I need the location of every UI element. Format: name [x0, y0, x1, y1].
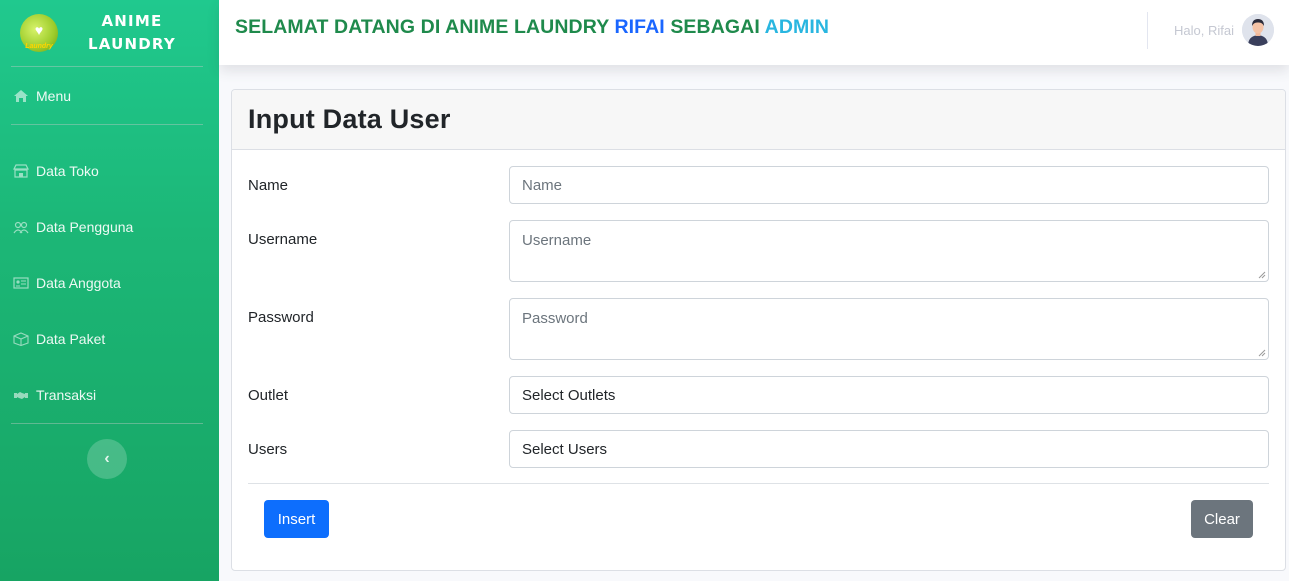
user-dropdown[interactable]: Halo, Rifai: [1174, 14, 1274, 46]
topbar-divider: [1147, 12, 1148, 49]
sidebar-item-label: Data Anggota: [36, 275, 121, 291]
logo-text: Laundry: [25, 43, 53, 50]
id-card-icon: [12, 276, 30, 290]
welcome-role: ADMIN: [764, 16, 830, 38]
sidebar: ♥ Laundry ANIME LAUNDRY Menu Data Toko D…: [0, 0, 219, 581]
sidebar-item-data-paket[interactable]: Data Paket: [0, 311, 219, 367]
password-label: Password: [248, 309, 314, 326]
password-placeholder: Password: [522, 310, 588, 327]
users-label: Users: [248, 441, 288, 458]
brand[interactable]: ♥ Laundry ANIME LAUNDRY: [0, 0, 219, 66]
sidebar-toggle-button[interactable]: ‹: [87, 439, 127, 479]
sidebar-item-label: Menu: [36, 87, 72, 104]
insert-button[interactable]: Insert: [264, 500, 329, 538]
username-input[interactable]: Username: [509, 220, 1269, 282]
sidebar-item-transaksi[interactable]: Transaksi: [0, 367, 219, 423]
welcome-text: SEBAGAI: [664, 16, 765, 38]
input-user-card: Input Data User Name Name Username Usern…: [231, 89, 1286, 571]
form-row-password: Password Password: [248, 298, 1269, 360]
box-icon: [12, 332, 30, 346]
sidebar-item-label: Data Toko: [36, 163, 99, 179]
welcome-message: SELAMAT DATANG DI ANIME LAUNDRY RIFAI SE…: [235, 16, 829, 39]
name-placeholder: Name: [522, 176, 563, 194]
password-input[interactable]: Password: [509, 298, 1269, 360]
sidebar-item-label: Transaksi: [36, 387, 97, 403]
outlet-selected-value: Select Outlets: [522, 386, 616, 404]
username-placeholder: Username: [522, 232, 592, 249]
outlet-label: Outlet: [248, 387, 289, 404]
users-select[interactable]: Select Users: [509, 430, 1269, 468]
resize-grip-icon[interactable]: [1258, 349, 1266, 357]
welcome-username: RIFAI: [614, 16, 665, 38]
form-divider: [248, 483, 1269, 484]
topbar: SELAMAT DATANG DI ANIME LAUNDRY RIFAI SE…: [219, 0, 1289, 65]
name-label: Name: [248, 177, 289, 194]
name-input[interactable]: Name: [509, 166, 1269, 204]
laundry-logo-icon: ♥ Laundry: [20, 14, 58, 52]
page-title: Input Data User: [248, 104, 451, 134]
username-label: Username: [248, 231, 318, 248]
avatar[interactable]: [1242, 14, 1274, 46]
brand-line-2: LAUNDRY: [88, 35, 176, 53]
user-greeting: Halo, Rifai: [1174, 22, 1234, 38]
sidebar-divider: [11, 423, 203, 424]
form-row-users: Users Select Users: [248, 430, 1269, 468]
users-selected-value: Select Users: [522, 440, 608, 458]
brand-name: ANIME LAUNDRY: [88, 10, 176, 56]
outlet-select[interactable]: Select Outlets: [509, 376, 1269, 414]
resize-grip-icon[interactable]: [1258, 271, 1266, 279]
form-row-name: Name Name: [248, 166, 1269, 204]
form-row-username: Username Username: [248, 220, 1269, 282]
sidebar-item-label: Data Pengguna: [36, 219, 134, 235]
brand-line-1: ANIME: [101, 12, 163, 30]
home-icon: [12, 89, 30, 103]
clear-button[interactable]: Clear: [1191, 500, 1253, 538]
card-header: Input Data User: [232, 90, 1285, 150]
form-row-outlet: Outlet Select Outlets: [248, 376, 1269, 414]
sidebar-item-data-toko[interactable]: Data Toko: [0, 143, 219, 199]
sidebar-item-data-pengguna[interactable]: Data Pengguna: [0, 199, 219, 255]
sidebar-item-menu[interactable]: Menu: [0, 67, 219, 124]
sidebar-item-label: Data Paket: [36, 331, 106, 347]
store-icon: [12, 164, 30, 178]
sidebar-item-data-anggota[interactable]: Data Anggota: [0, 255, 219, 311]
handshake-icon: [12, 388, 30, 402]
welcome-text: SELAMAT DATANG DI ANIME LAUNDRY: [235, 16, 615, 38]
chevron-left-icon: ‹: [104, 450, 110, 467]
users-icon: [12, 220, 30, 234]
